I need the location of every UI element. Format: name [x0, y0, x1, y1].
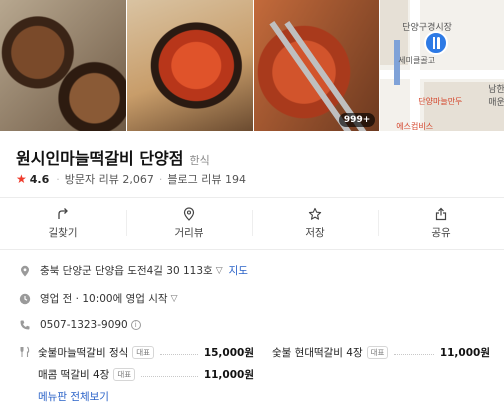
share-icon: [435, 207, 447, 220]
hours-text: 영업 전 · 10:00에 영업 시작: [40, 293, 168, 305]
map-label-right2: 매운: [488, 98, 504, 108]
share-label: 공유: [431, 226, 451, 239]
map-label-right: 남한: [488, 85, 504, 95]
directions-button[interactable]: 길찾기: [0, 198, 126, 248]
menu-item-name: 숯불마늘떡갈비 정식: [38, 347, 129, 359]
menu-item[interactable]: 매콤 떡갈비 4장 대표 11,000원: [38, 367, 254, 382]
address-text: 충북 단양군 단양읍 도전4길 30 113호: [40, 265, 213, 277]
divider: [0, 249, 504, 250]
review-stats: ★ 4.6 · 방문자 리뷰 2,067 · 블로그 리뷰 194: [16, 171, 246, 187]
separator-dot: ·: [56, 172, 60, 186]
food-photo-3[interactable]: 999+: [253, 0, 380, 131]
rating-value: 4.6: [29, 172, 50, 186]
dotted-leader: [160, 354, 198, 355]
restaurant-pin-icon[interactable]: [424, 31, 449, 59]
fork-knife-icon: [18, 345, 32, 359]
menu-item-price: 11,000원: [203, 369, 254, 381]
map-label-bottom: 에스컴비스: [396, 122, 434, 131]
menu-item-tag: 대표: [132, 346, 155, 359]
photo-count-badge[interactable]: 999+: [338, 113, 376, 127]
separator-dot: ·: [158, 172, 163, 186]
directions-icon: [58, 207, 68, 219]
phone-row: 0507-1323-9090 i: [18, 318, 141, 332]
chevron-down-icon[interactable]: ▽: [171, 294, 178, 304]
street-view-label: 거리뷰: [174, 226, 204, 239]
chevron-down-icon[interactable]: ▽: [216, 266, 223, 276]
dotted-leader: [394, 354, 434, 355]
directions-label: 길찾기: [48, 226, 78, 239]
menu-item[interactable]: 숯불 현대떡갈비 4장 대표 11,000원: [272, 345, 490, 360]
share-button[interactable]: 공유: [378, 198, 504, 248]
food-photo-2[interactable]: [126, 0, 253, 131]
menu-item-tag: 대표: [366, 346, 389, 359]
menu-item-price: 11,000원: [439, 347, 490, 359]
place-category: 한식: [189, 154, 210, 167]
street-view-button[interactable]: 거리뷰: [126, 198, 252, 248]
phone-text[interactable]: 0507-1323-9090: [40, 319, 128, 331]
map-link[interactable]: 지도: [229, 263, 248, 278]
phone-icon: [18, 318, 32, 332]
hours-row: 영업 전 · 10:00에 영업 시작 ▽: [18, 291, 178, 306]
menu-icon-row: [18, 345, 40, 359]
mini-map[interactable]: 단양구경시장 세미클골고 단양마늘만두 남한 매운 에스컴비스: [380, 0, 504, 131]
menu-more-link[interactable]: 메뉴판 전체보기: [38, 389, 109, 404]
menu-item-name: 숯불 현대떡갈비 4장: [272, 347, 363, 359]
address-row: 충북 단양군 단양읍 도전4길 30 113호 ▽ 지도: [18, 263, 248, 278]
menu-item[interactable]: 숯불마늘떡갈비 정식 대표 15,000원: [38, 345, 254, 360]
food-photo-1[interactable]: [0, 0, 126, 131]
place-name: 원시인마늘떡갈비 단양점: [16, 149, 184, 168]
star-icon: ★: [16, 172, 27, 186]
visitor-review-link[interactable]: 방문자 리뷰 2,067: [65, 171, 154, 187]
menu-item-tag: 대표: [113, 368, 136, 381]
map-label-restaurant: 단양마늘만두: [418, 97, 463, 106]
action-bar: 길찾기 거리뷰 저장 공유: [0, 198, 504, 248]
info-icon[interactable]: i: [130, 320, 141, 330]
dotted-leader: [141, 376, 198, 377]
menu-item-name: 매콤 떡갈비 4장: [38, 369, 110, 381]
star-outline-icon: [308, 207, 322, 220]
menu-item-price: 15,000원: [203, 347, 254, 359]
clock-icon: [18, 292, 32, 306]
street-view-icon: [183, 206, 195, 221]
place-header: 원시인마늘떡갈비 단양점 한식: [16, 145, 210, 169]
save-button[interactable]: 저장: [252, 198, 378, 248]
location-pin-icon: [18, 264, 32, 278]
save-label: 저장: [305, 226, 325, 239]
photo-strip: 999+ 단양구경시장 세미클골고 단양마늘만두 남한 매운 에스컴비스: [0, 0, 504, 131]
blog-review-link[interactable]: 블로그 리뷰 194: [167, 171, 246, 187]
